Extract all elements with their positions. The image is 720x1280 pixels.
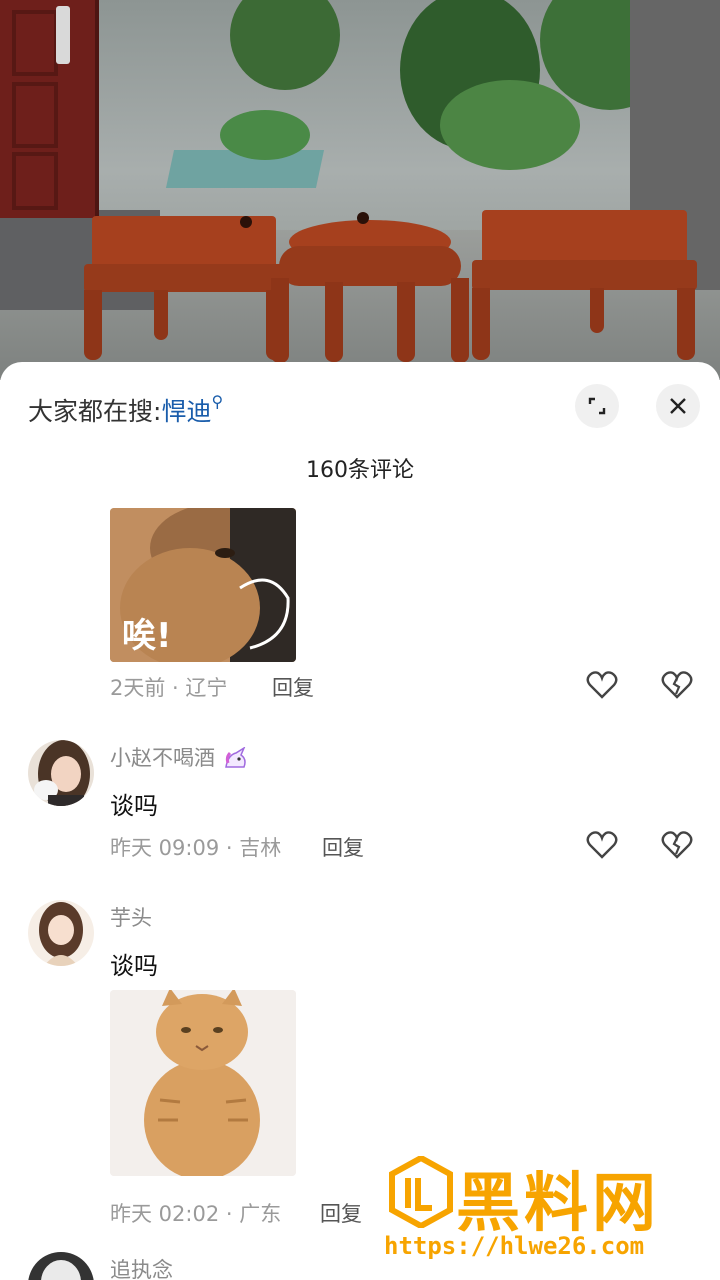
like-icon[interactable] [585, 828, 619, 862]
watermark-title: 黑料网 [456, 1167, 660, 1241]
cat-sticker[interactable]: 唉! [110, 508, 296, 662]
expand-icon [588, 397, 606, 415]
reply-button[interactable]: 回复 [322, 832, 364, 862]
close-icon [670, 398, 686, 414]
red-door [0, 0, 99, 218]
trending-search-prefix: 大家都在搜: [28, 397, 162, 426]
comment-meta: 昨天 02:02 · 广东 [110, 1202, 282, 1226]
trending-search[interactable]: 大家都在搜:悍迪⚲ [28, 392, 223, 428]
username: 小赵不喝酒 [110, 742, 250, 772]
close-button[interactable] [656, 384, 700, 428]
search-icon: ⚲ [211, 392, 224, 411]
sticker-caption: 唉! [122, 616, 172, 656]
comment-text: 谈吗 [110, 952, 158, 980]
trending-search-term[interactable]: 悍迪 [161, 397, 211, 426]
avatar[interactable] [28, 1252, 94, 1280]
comment-item: 小赵不喝酒 谈吗 昨天 09:09 · 吉林 回复 [0, 740, 720, 880]
avatar[interactable] [28, 740, 94, 806]
cat-image [110, 990, 296, 1176]
bush [220, 110, 310, 160]
avatar-image [28, 900, 94, 966]
comment-text: 谈吗 [110, 792, 158, 820]
comment-meta: 2天前 · 辽宁 [110, 676, 228, 700]
watermark-url: https://hlwe26.com [384, 1232, 645, 1260]
cat-sticker[interactable] [110, 990, 296, 1176]
avatar[interactable] [28, 900, 94, 966]
avatar-image [28, 740, 94, 806]
watermark-logo-icon [389, 1156, 453, 1228]
comment-count: 160条评论 [306, 458, 414, 483]
comment-meta: 昨天 09:09 · 吉林 [110, 836, 282, 860]
plant [440, 80, 580, 170]
avatar-image [28, 1252, 94, 1280]
site-watermark: 黑料网 https://hlwe26.com [382, 1150, 702, 1270]
username: 追执念 [110, 1258, 173, 1280]
comment-item: 唉! 2天前 · 辽宁 回复 [0, 508, 720, 708]
square-stool-left [84, 214, 284, 364]
reply-button[interactable]: 回复 [272, 672, 314, 702]
comment-sheet: 大家都在搜:悍迪⚲ 160条评论 唉! 2天前 · 辽宁 回复 小赵不喝酒 谈吗… [0, 362, 720, 1280]
expand-button[interactable] [575, 384, 619, 428]
reply-button[interactable]: 回复 [320, 1198, 362, 1228]
square-stool-right [472, 208, 697, 368]
round-stool [265, 212, 475, 367]
post-photo[interactable] [0, 0, 720, 380]
tree [230, 0, 340, 90]
like-icon[interactable] [585, 668, 619, 702]
dislike-icon[interactable] [660, 828, 694, 862]
unicorn-emoji-icon [224, 746, 246, 768]
username: 芋头 [110, 906, 152, 930]
dislike-icon[interactable] [660, 668, 694, 702]
